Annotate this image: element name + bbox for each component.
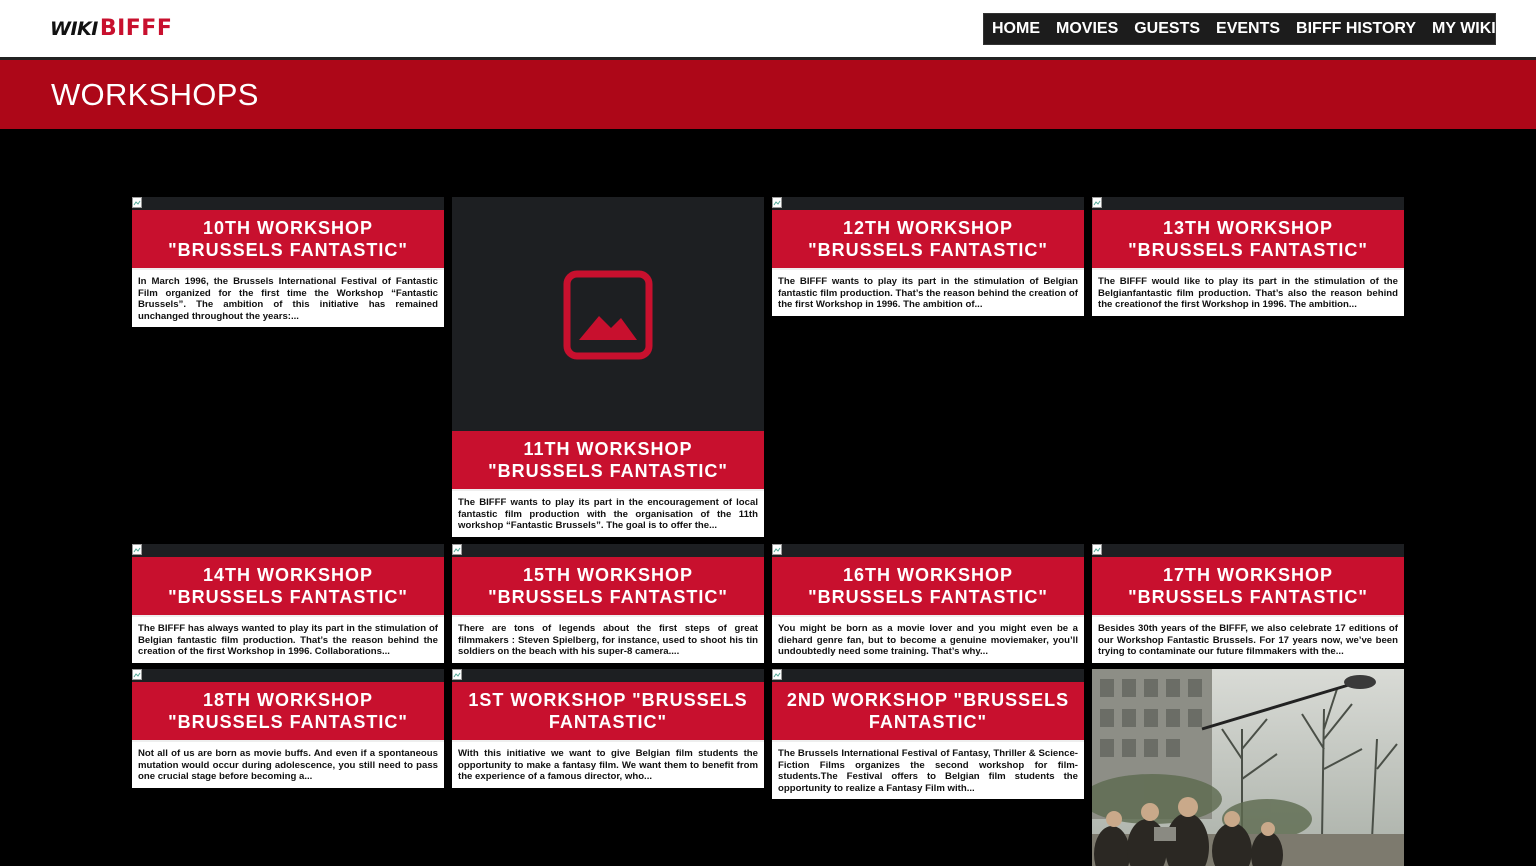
broken-image-icon (772, 669, 782, 680)
card-excerpt: Besides 30th years of the BIFFF, we also… (1092, 615, 1404, 663)
card-image[interactable] (1092, 197, 1404, 210)
nav-events[interactable]: EVENTS (1208, 20, 1288, 38)
nav-bifff-history[interactable]: BIFFF HISTORY (1288, 20, 1424, 38)
card-title[interactable]: 11TH WORKSHOP "BRUSSELS FANTASTIC" (452, 431, 764, 489)
workshop-card-10[interactable]: 10TH WORKSHOP "BRUSSELS FANTASTIC" In Ma… (132, 197, 444, 327)
broken-image-icon (772, 197, 782, 208)
broken-image-icon (132, 669, 142, 680)
card-image[interactable] (772, 544, 1084, 557)
card-image[interactable] (772, 197, 1084, 210)
card-image[interactable] (132, 544, 444, 557)
nav-my-wiki-label: MY WIKI (1432, 20, 1496, 37)
nav-movies[interactable]: MOVIES (1048, 20, 1126, 38)
card-title[interactable]: 14TH WORKSHOP "BRUSSELS FANTASTIC" (132, 557, 444, 615)
card-image[interactable] (132, 197, 444, 210)
workshop-card-1[interactable]: 1ST WORKSHOP "BRUSSELS FANTASTIC" With t… (452, 669, 764, 788)
workshop-card-2[interactable]: 2ND WORKSHOP "BRUSSELS FANTASTIC" The Br… (772, 669, 1084, 799)
card-image[interactable] (1092, 544, 1404, 557)
card-excerpt: The Brussels International Festival of F… (772, 740, 1084, 799)
card-title[interactable]: 10TH WORKSHOP "BRUSSELS FANTASTIC" (132, 210, 444, 268)
page-title: WORKSHOPS (51, 77, 259, 112)
card-title[interactable]: 12TH WORKSHOP "BRUSSELS FANTASTIC" (772, 210, 1084, 268)
workshop-photo-card[interactable] (1092, 669, 1404, 866)
card-title[interactable]: 1ST WORKSHOP "BRUSSELS FANTASTIC" (452, 682, 764, 740)
film-shoot-photo (1092, 669, 1404, 866)
card-excerpt: The BIFFF has always wanted to play its … (132, 615, 444, 663)
site-logo[interactable]: WIKI BIFFF (50, 16, 173, 41)
nav-guests[interactable]: GUESTS (1126, 20, 1208, 38)
workshop-card-11[interactable]: 11TH WORKSHOP "BRUSSELS FANTASTIC" The B… (452, 197, 764, 537)
broken-image-icon (1092, 197, 1102, 208)
card-title[interactable]: 17TH WORKSHOP "BRUSSELS FANTASTIC" (1092, 557, 1404, 615)
broken-image-icon (132, 197, 142, 208)
image-placeholder-icon (563, 270, 653, 360)
workshop-card-15[interactable]: 15TH WORKSHOP "BRUSSELS FANTASTIC" There… (452, 544, 764, 663)
broken-image-icon (452, 669, 462, 680)
card-excerpt: The BIFFF wants to play its part in the … (772, 268, 1084, 316)
broken-image-icon (452, 544, 462, 555)
card-title[interactable]: 2ND WORKSHOP "BRUSSELS FANTASTIC" (772, 682, 1084, 740)
workshop-card-13[interactable]: 13TH WORKSHOP "BRUSSELS FANTASTIC" The B… (1092, 197, 1404, 316)
card-excerpt: You might be born as a movie lover and y… (772, 615, 1084, 663)
card-image[interactable] (132, 669, 444, 682)
card-excerpt: The BIFFF would like to play its part in… (1092, 268, 1404, 316)
broken-image-icon (772, 544, 782, 555)
broken-image-icon (1092, 544, 1102, 555)
nav-home[interactable]: HOME (984, 20, 1048, 38)
card-image[interactable] (452, 544, 764, 557)
workshop-card-14[interactable]: 14TH WORKSHOP "BRUSSELS FANTASTIC" The B… (132, 544, 444, 663)
card-title[interactable]: 15TH WORKSHOP "BRUSSELS FANTASTIC" (452, 557, 764, 615)
workshop-card-18[interactable]: 18TH WORKSHOP "BRUSSELS FANTASTIC" Not a… (132, 669, 444, 788)
workshop-card-12[interactable]: 12TH WORKSHOP "BRUSSELS FANTASTIC" The B… (772, 197, 1084, 316)
card-excerpt: There are tons of legends about the firs… (452, 615, 764, 663)
card-excerpt: The BIFFF wants to play its part in the … (452, 489, 764, 537)
broken-image-icon (132, 544, 142, 555)
main-nav: HOME MOVIES GUESTS EVENTS BIFFF HISTORY … (983, 13, 1513, 45)
site-header: WIKI BIFFF HOME MOVIES GUESTS EVENTS BIF… (0, 0, 1536, 57)
card-title[interactable]: 18TH WORKSHOP "BRUSSELS FANTASTIC" (132, 682, 444, 740)
card-excerpt: Not all of us are born as movie buffs. A… (132, 740, 444, 788)
card-image-placeholder[interactable] (452, 197, 764, 431)
workshop-card-16[interactable]: 16TH WORKSHOP "BRUSSELS FANTASTIC" You m… (772, 544, 1084, 663)
caret-down-icon: ▼ (1503, 23, 1513, 34)
logo-bifff-text: BIFFF (99, 16, 173, 41)
card-excerpt: In March 1996, the Brussels Internationa… (132, 268, 444, 327)
card-image[interactable] (452, 669, 764, 682)
logo-wiki-text: WIKI (50, 18, 98, 40)
card-image[interactable] (772, 669, 1084, 682)
card-excerpt: With this initiative we want to give Bel… (452, 740, 764, 788)
workshop-card-17[interactable]: 17TH WORKSHOP "BRUSSELS FANTASTIC" Besid… (1092, 544, 1404, 663)
nav-my-wiki[interactable]: MY WIKI ▼ (1424, 20, 1521, 38)
page-banner: WORKSHOPS (0, 60, 1536, 129)
card-title[interactable]: 16TH WORKSHOP "BRUSSELS FANTASTIC" (772, 557, 1084, 615)
card-title[interactable]: 13TH WORKSHOP "BRUSSELS FANTASTIC" (1092, 210, 1404, 268)
